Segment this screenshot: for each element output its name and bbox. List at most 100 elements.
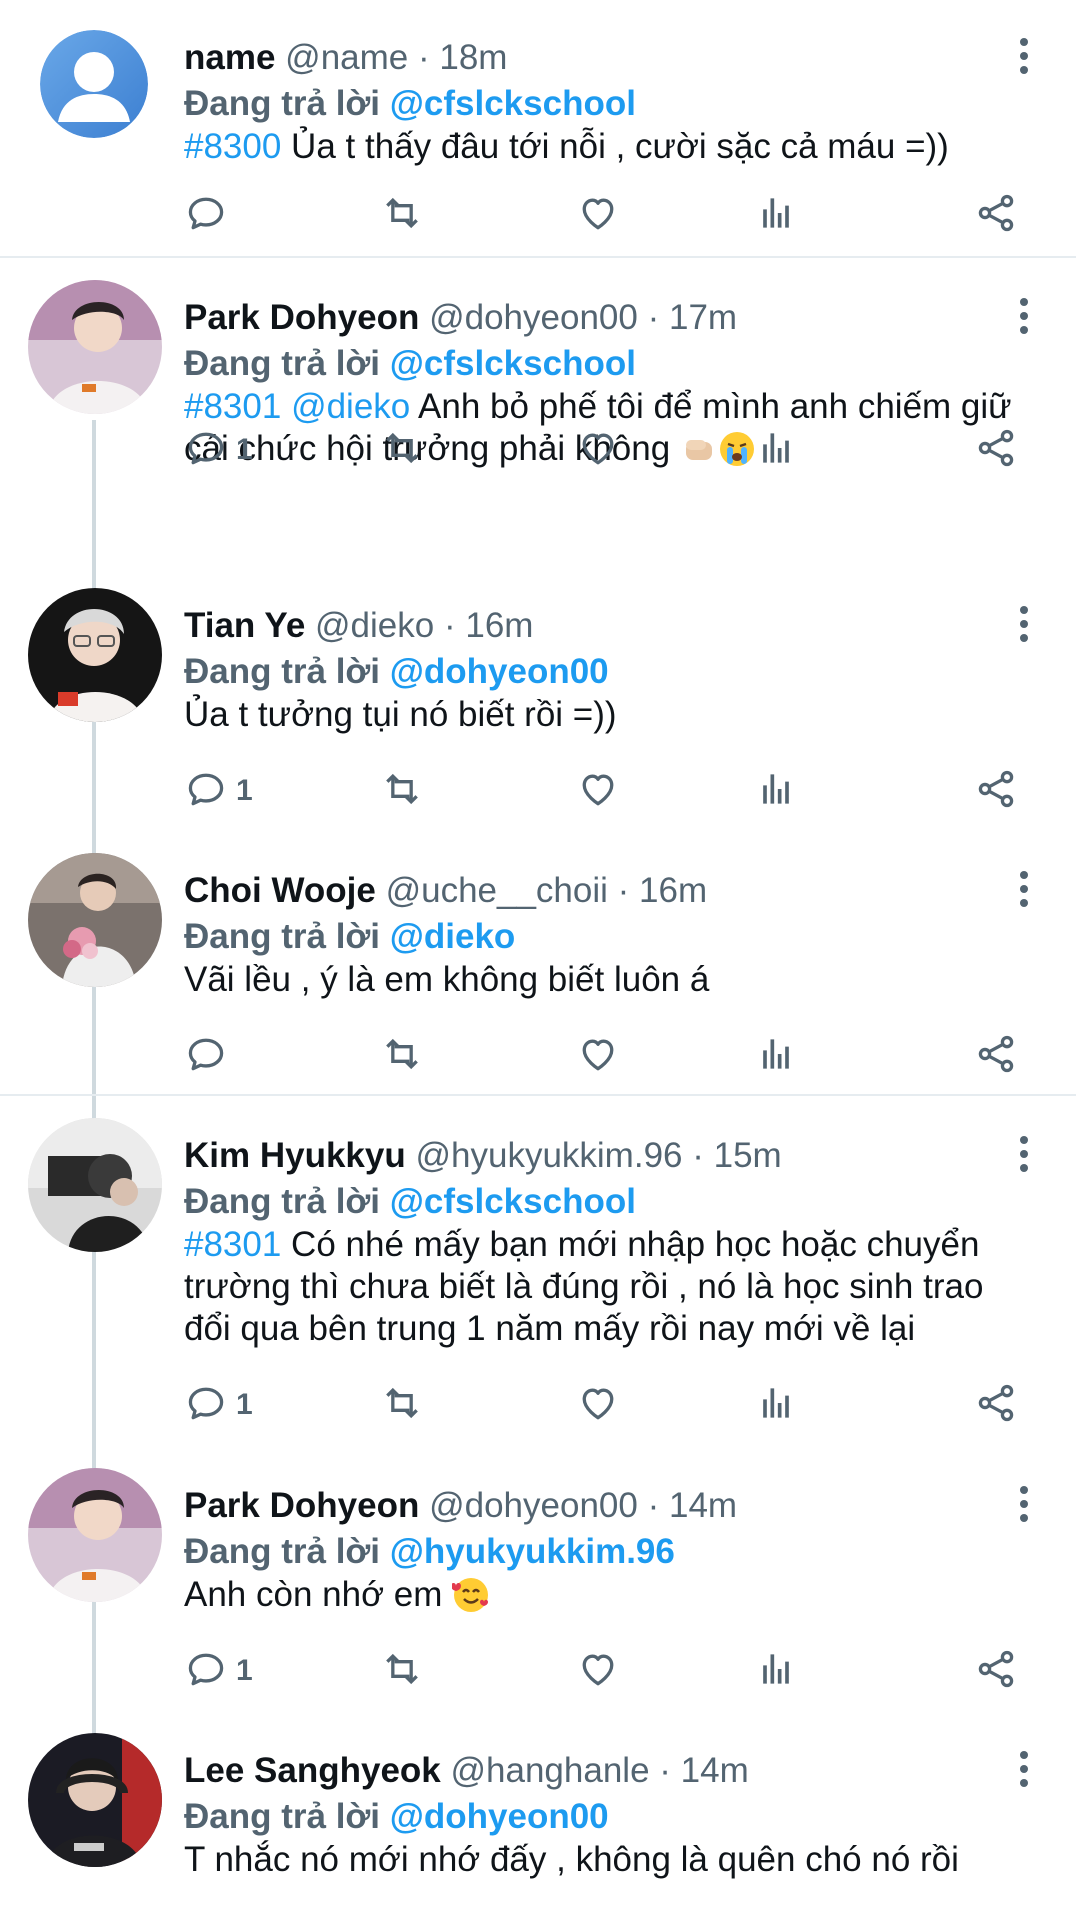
reply-button[interactable]: 1 [184, 1380, 253, 1430]
avatar-default[interactable] [40, 30, 148, 138]
avatar[interactable] [28, 1468, 162, 1602]
more-vertical-icon[interactable] [1012, 1751, 1036, 1791]
views-button[interactable] [754, 1380, 798, 1430]
reply-button[interactable]: 1 [184, 1646, 253, 1696]
reply-prefix: Đang trả lời [184, 1532, 381, 1571]
tweet[interactable]: Park Dohyeon @dohyeon00 · 14m Đang trả l… [0, 1468, 1076, 1718]
share-icon [974, 191, 1018, 240]
retweet-button[interactable] [380, 190, 424, 240]
retweet-icon [380, 426, 424, 475]
reply-button[interactable] [184, 190, 236, 240]
tweet[interactable]: Kim Hyukkyu @hyukyukkim.96 · 15m Đang tr… [0, 1118, 1076, 1458]
action-bar [184, 190, 1034, 240]
tweet[interactable]: name @name · 18m Đang trả lời @cfslcksch… [0, 20, 1076, 250]
handle[interactable]: @dohyeon00 [429, 1486, 638, 1525]
more-vertical-icon[interactable] [1012, 38, 1036, 78]
handle[interactable]: @hanghanle [451, 1751, 650, 1790]
hashtag[interactable]: #8300 [184, 127, 281, 166]
tweet[interactable]: Lee Sanghyeok @hanghanle · 14m Đang trả … [0, 1733, 1076, 1914]
like-button[interactable] [576, 190, 620, 240]
handle[interactable]: @dieko [315, 606, 434, 645]
share-button[interactable] [974, 190, 1018, 240]
handle[interactable]: @dohyeon00 [429, 298, 638, 337]
handle[interactable]: @uche__choii [386, 871, 608, 910]
views-button[interactable] [754, 190, 798, 240]
avatar[interactable] [28, 1118, 162, 1252]
reply-to-mention[interactable]: @dieko [390, 917, 516, 956]
reply-button[interactable] [184, 1031, 236, 1081]
like-button[interactable] [576, 1646, 620, 1696]
more-vertical-icon[interactable] [1012, 871, 1036, 911]
share-button[interactable] [974, 1031, 1018, 1081]
retweet-button[interactable] [380, 1646, 424, 1696]
reply-icon [184, 191, 228, 240]
reply-to-mention[interactable]: @dohyeon00 [390, 652, 609, 691]
reply-button[interactable]: 1 [184, 766, 253, 816]
like-button[interactable] [576, 1380, 620, 1430]
reply-to-mention[interactable]: @hyukyukkim.96 [390, 1532, 675, 1571]
like-button[interactable] [576, 766, 620, 816]
timestamp[interactable]: · 14m [648, 1486, 737, 1525]
analytics-icon [754, 191, 798, 240]
mention[interactable]: @dieko [291, 387, 410, 426]
timestamp[interactable]: · 17m [648, 298, 737, 337]
reply-context: Đang trả lời @dieko [184, 915, 515, 959]
reply-button[interactable]: 1 [184, 425, 253, 475]
share-button[interactable] [974, 425, 1018, 475]
views-button[interactable] [754, 1031, 798, 1081]
like-button[interactable] [576, 425, 620, 475]
retweet-button[interactable] [380, 1380, 424, 1430]
display-name[interactable]: Lee Sanghyeok [184, 1751, 441, 1790]
reply-to-mention[interactable]: @cfslckschool [390, 84, 636, 123]
share-button[interactable] [974, 1380, 1018, 1430]
retweet-icon [380, 191, 424, 240]
hashtag[interactable]: #8301 [184, 387, 281, 426]
avatar[interactable] [28, 853, 162, 987]
display-name[interactable]: Kim Hyukkyu [184, 1136, 406, 1175]
reply-count: 1 [236, 774, 253, 807]
avatar[interactable] [28, 280, 162, 414]
timestamp[interactable]: · 16m [618, 871, 707, 910]
analytics-icon [754, 1032, 798, 1081]
display-name[interactable]: name [184, 38, 275, 77]
display-name[interactable]: Park Dohyeon [184, 1486, 419, 1525]
more-vertical-icon[interactable] [1012, 1486, 1036, 1526]
avatar[interactable] [28, 588, 162, 722]
handle[interactable]: @name [285, 38, 408, 77]
handle[interactable]: @hyukyukkim.96 [415, 1136, 682, 1175]
timestamp[interactable]: · 18m [418, 38, 507, 77]
display-name[interactable]: Tian Ye [184, 606, 305, 645]
tweet[interactable]: Park Dohyeon @dohyeon00 · 17m Đang trả l… [0, 280, 1076, 550]
tweet-header: name @name · 18m [184, 36, 986, 80]
timestamp[interactable]: · 16m [444, 606, 533, 645]
tweet[interactable]: Tian Ye @dieko · 16m Đang trả lời @dohye… [0, 588, 1076, 838]
hashtag[interactable]: #8301 [184, 1225, 281, 1264]
views-button[interactable] [754, 1646, 798, 1696]
reply-to-mention[interactable]: @cfslckschool [390, 1182, 636, 1221]
display-name[interactable]: Choi Wooje [184, 871, 376, 910]
retweet-icon [380, 767, 424, 816]
more-vertical-icon[interactable] [1012, 298, 1036, 338]
retweet-button[interactable] [380, 766, 424, 816]
share-button[interactable] [974, 1646, 1018, 1696]
reply-count: 1 [236, 1388, 253, 1421]
views-button[interactable] [754, 766, 798, 816]
more-vertical-icon[interactable] [1012, 1136, 1036, 1176]
tweet-header: Lee Sanghyeok @hanghanle · 14m [184, 1749, 986, 1793]
reply-to-mention[interactable]: @dohyeon00 [390, 1797, 609, 1836]
avatar[interactable] [28, 1733, 162, 1867]
reply-prefix: Đang trả lời [184, 84, 381, 123]
display-name[interactable]: Park Dohyeon [184, 298, 419, 337]
reply-context: Đang trả lời @dohyeon00 [184, 650, 609, 694]
views-button[interactable] [754, 425, 798, 475]
action-bar: 1 [184, 766, 1034, 816]
share-button[interactable] [974, 766, 1018, 816]
tweet[interactable]: Choi Wooje @uche__choii · 16m Đang trả l… [0, 853, 1076, 1088]
reply-to-mention[interactable]: @cfslckschool [390, 344, 636, 383]
more-vertical-icon[interactable] [1012, 606, 1036, 646]
retweet-button[interactable] [380, 425, 424, 475]
timestamp[interactable]: · 14m [659, 1751, 748, 1790]
like-button[interactable] [576, 1031, 620, 1081]
timestamp[interactable]: · 15m [692, 1136, 781, 1175]
retweet-button[interactable] [380, 1031, 424, 1081]
